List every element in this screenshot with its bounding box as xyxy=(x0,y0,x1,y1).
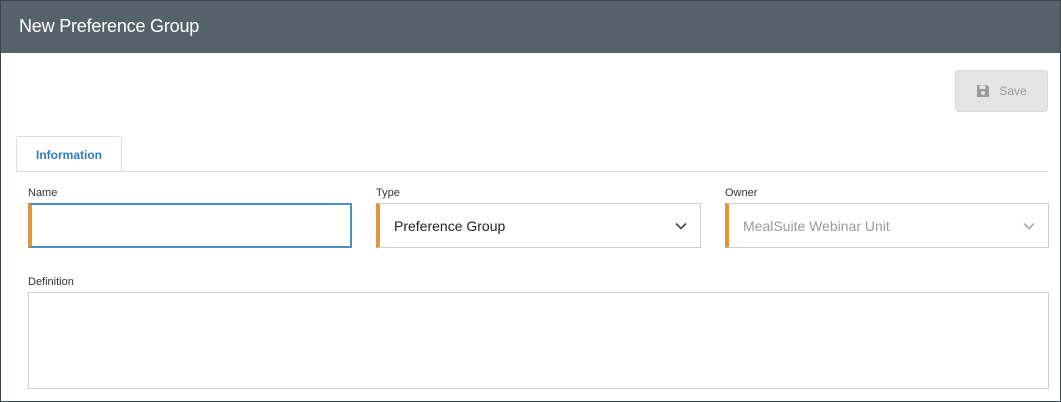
chevron-down-icon xyxy=(1023,222,1035,230)
save-button[interactable]: Save xyxy=(955,70,1048,112)
chevron-down-icon xyxy=(675,222,687,230)
dialog-title: New Preference Group xyxy=(19,16,200,36)
dialog-window: New Preference Group Save Information Na… xyxy=(0,0,1061,402)
owner-label: Owner xyxy=(725,187,758,199)
save-button-label: Save xyxy=(999,84,1027,98)
type-label: Type xyxy=(376,187,400,199)
floppy-disk-icon xyxy=(977,85,990,97)
tab-information[interactable]: Information xyxy=(16,136,122,172)
type-select[interactable]: Preference Group xyxy=(376,203,701,248)
name-label: Name xyxy=(28,187,58,199)
owner-select-value: MealSuite Webinar Unit xyxy=(743,217,890,234)
tab-divider xyxy=(16,171,1048,172)
dialog-header: New Preference Group xyxy=(1,1,1060,53)
name-field-wrapper xyxy=(28,203,352,248)
definition-label: Definition xyxy=(28,276,74,288)
definition-textarea[interactable] xyxy=(29,293,1048,388)
type-select-value: Preference Group xyxy=(394,217,506,234)
name-input[interactable] xyxy=(32,205,350,246)
owner-select: MealSuite Webinar Unit xyxy=(725,203,1049,248)
definition-field-wrapper xyxy=(28,292,1049,389)
